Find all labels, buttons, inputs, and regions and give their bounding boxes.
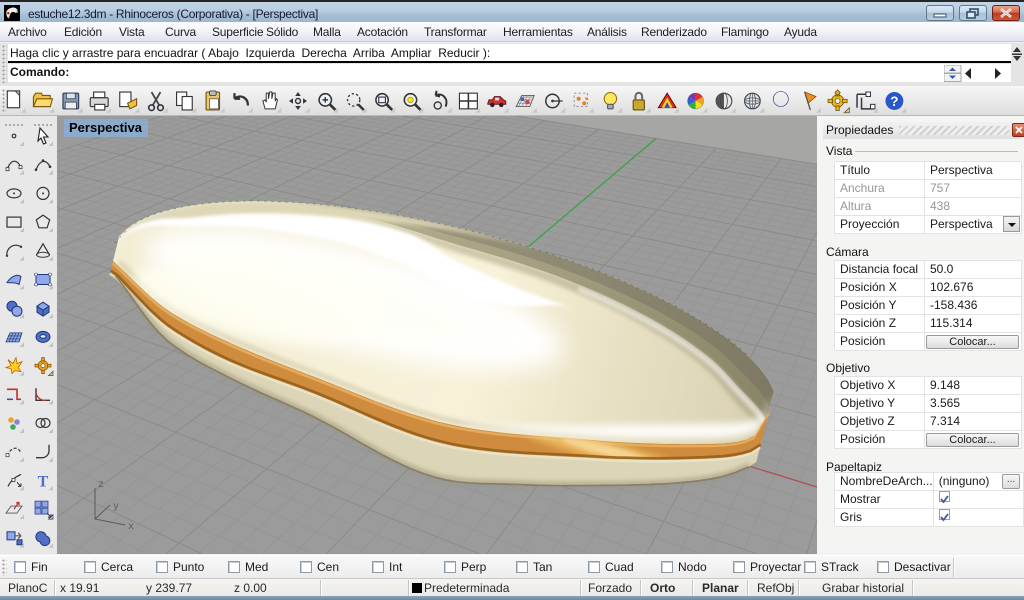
svg-text:y: y: [113, 502, 119, 513]
svg-text:?: ?: [890, 94, 898, 109]
svg-text:x: x: [128, 522, 134, 533]
svg-text:z: z: [98, 480, 104, 491]
svg-text:T: T: [38, 473, 49, 490]
